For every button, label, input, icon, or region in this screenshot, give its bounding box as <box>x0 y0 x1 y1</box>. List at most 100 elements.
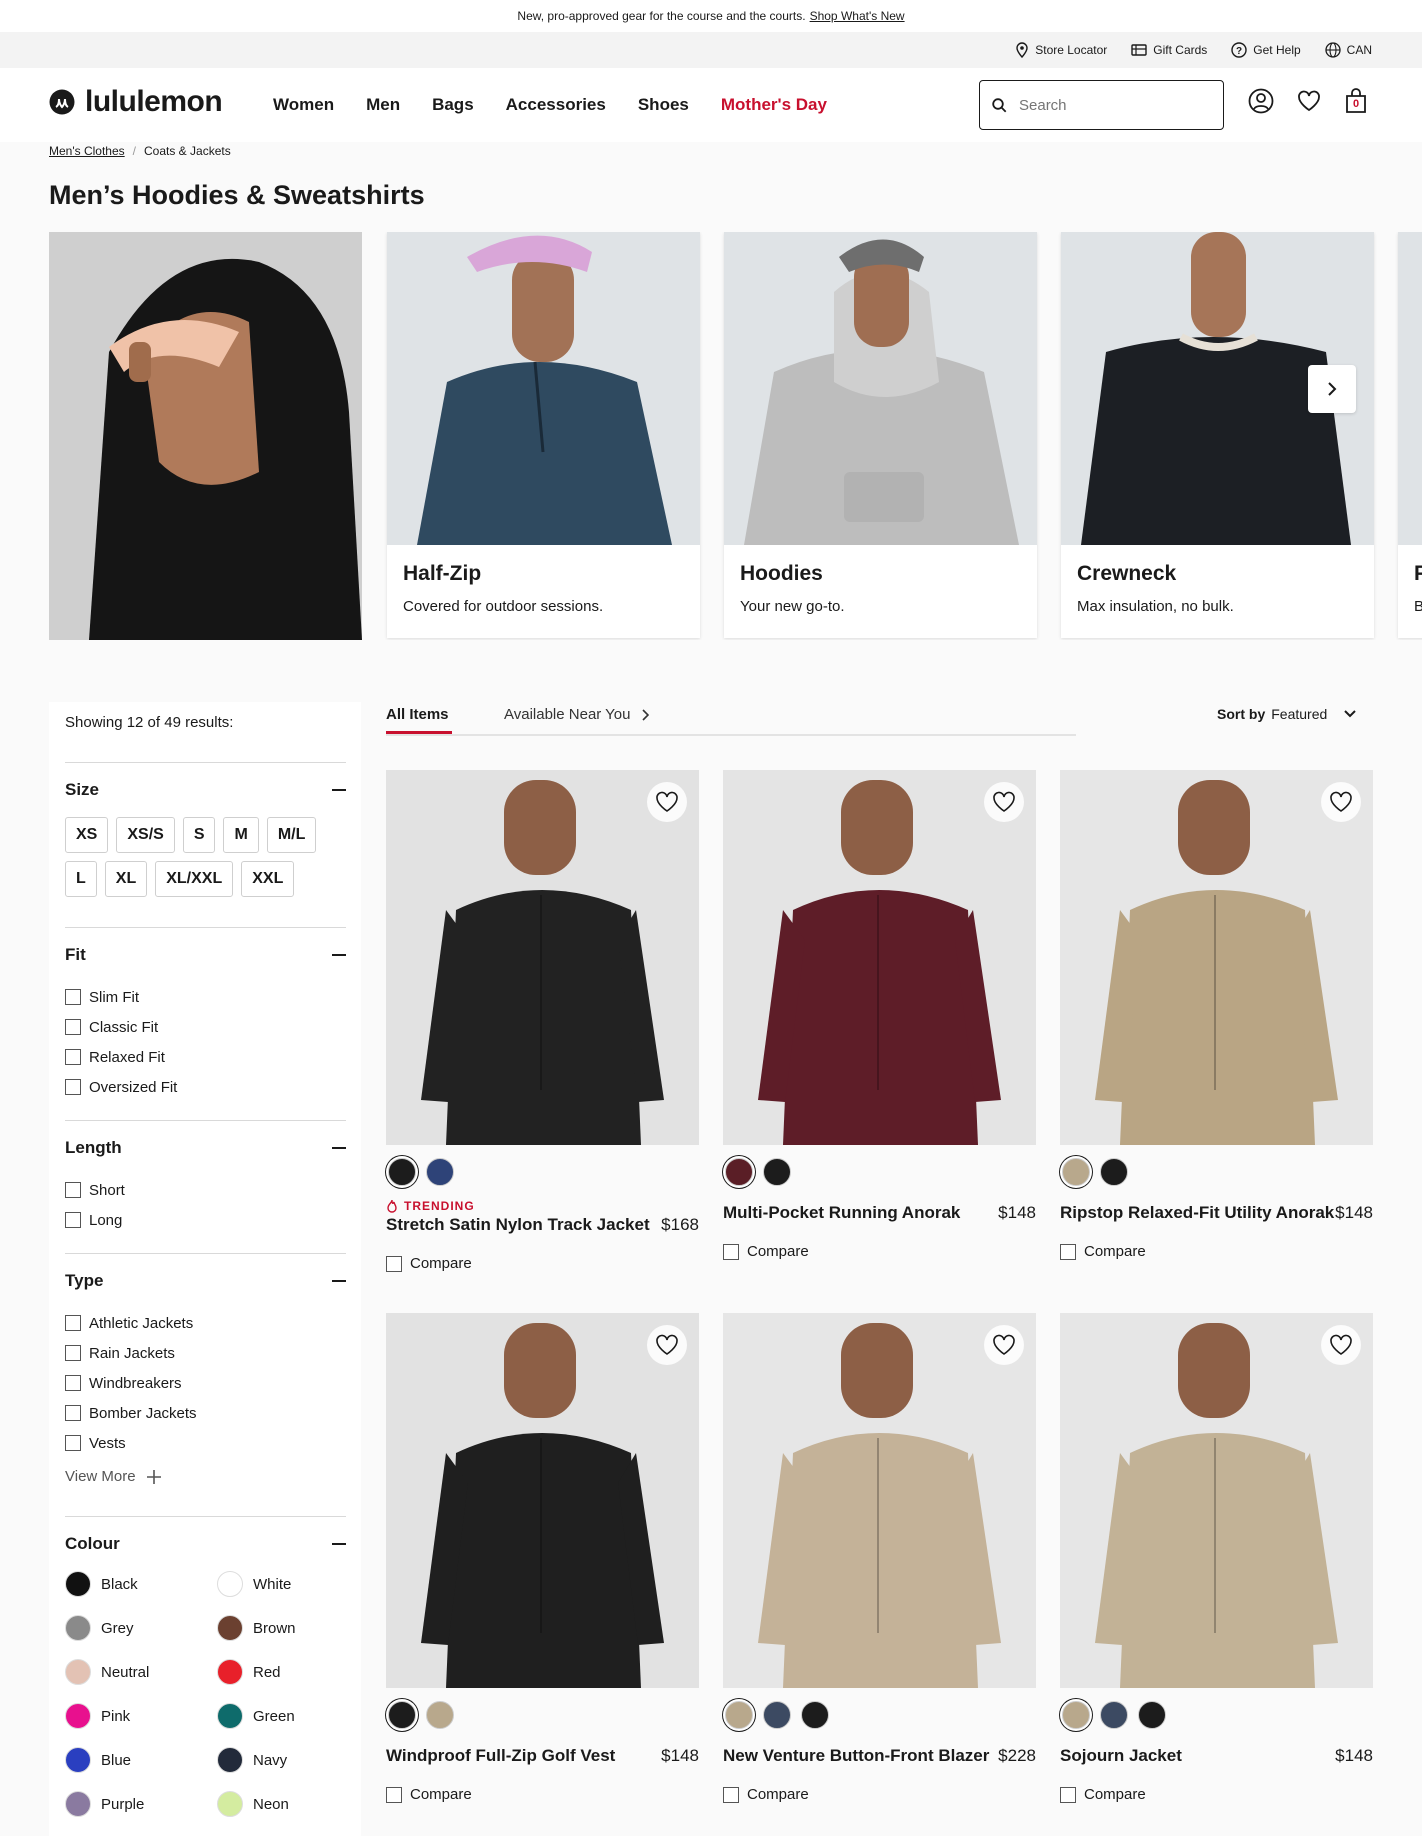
wishlist-button[interactable] <box>984 782 1024 822</box>
account-icon[interactable] <box>1248 88 1274 114</box>
colour-option-black[interactable]: Black <box>65 1571 217 1597</box>
type-option[interactable]: Vests <box>65 1428 346 1458</box>
product-colour-swatch[interactable] <box>1100 1158 1128 1186</box>
gift-cards-link[interactable]: Gift Cards <box>1131 43 1207 57</box>
product-name[interactable]: Multi-Pocket Running Anorak <box>723 1203 960 1223</box>
size-option-s[interactable]: S <box>182 817 216 853</box>
cart-button[interactable]: 0 <box>1344 88 1368 114</box>
colour-option-neon[interactable]: Neon <box>217 1791 346 1817</box>
compare-checkbox[interactable] <box>723 1243 739 1260</box>
get-help-link[interactable]: ? Get Help <box>1231 42 1301 58</box>
checkbox[interactable] <box>65 1315 81 1331</box>
checkbox[interactable] <box>65 1405 81 1421</box>
compare-checkbox[interactable] <box>1060 1243 1076 1260</box>
product-name[interactable]: Sojourn Jacket <box>1060 1746 1182 1766</box>
product-colour-swatch[interactable] <box>388 1158 416 1186</box>
sort-dropdown[interactable]: Sort by Featured <box>1217 706 1357 722</box>
colour-option-grey[interactable]: Grey <box>65 1615 217 1641</box>
checkbox[interactable] <box>65 1019 81 1035</box>
size-option-xs[interactable]: XS <box>65 817 109 853</box>
compare-toggle[interactable]: Compare <box>1060 1243 1373 1260</box>
colour-option-green[interactable]: Green <box>217 1703 346 1729</box>
region-selector[interactable]: CAN <box>1325 42 1372 58</box>
product-colour-swatch[interactable] <box>388 1701 416 1729</box>
compare-checkbox[interactable] <box>386 1786 402 1803</box>
product-colour-swatch[interactable] <box>763 1158 791 1186</box>
checkbox[interactable] <box>65 989 81 1005</box>
checkbox[interactable] <box>65 1212 81 1228</box>
product-card[interactable]: Sojourn Jacket $148 Compare <box>1060 1313 1373 1803</box>
category-card-half-zip[interactable]: Half-Zip Covered for outdoor sessions. <box>387 232 700 638</box>
product-colour-swatch[interactable] <box>426 1158 454 1186</box>
category-card-hoodies[interactable]: Hoodies Your new go-to. <box>724 232 1037 638</box>
colour-option-brown[interactable]: Brown <box>217 1615 346 1641</box>
compare-toggle[interactable]: Compare <box>386 1255 699 1272</box>
nav-women[interactable]: Women <box>273 95 334 115</box>
compare-checkbox[interactable] <box>386 1255 402 1272</box>
type-option[interactable]: Athletic Jackets <box>65 1308 346 1338</box>
colour-option-white[interactable]: White <box>217 1571 346 1597</box>
length-option[interactable]: Long <box>65 1205 346 1235</box>
carousel-next-button[interactable] <box>1308 365 1356 413</box>
checkbox[interactable] <box>65 1375 81 1391</box>
product-image[interactable] <box>723 1313 1036 1688</box>
product-card[interactable]: Ripstop Relaxed-Fit Utility Anorak $148 Co… <box>1060 770 1373 1260</box>
product-colour-swatch[interactable] <box>725 1158 753 1186</box>
product-card[interactable]: Multi-Pocket Running Anorak $148 Compare <box>723 770 1036 1260</box>
product-image[interactable] <box>386 1313 699 1688</box>
product-colour-swatch[interactable] <box>725 1701 753 1729</box>
colour-option-blue[interactable]: Blue <box>65 1747 217 1773</box>
checkbox[interactable] <box>65 1435 81 1451</box>
checkbox[interactable] <box>65 1079 81 1095</box>
filter-colour-header[interactable]: Colour <box>65 1517 346 1571</box>
wishlist-button[interactable] <box>647 782 687 822</box>
fit-option[interactable]: Oversized Fit <box>65 1072 346 1102</box>
size-option-m[interactable]: M <box>223 817 259 853</box>
product-colour-swatch[interactable] <box>1062 1701 1090 1729</box>
size-option-xl[interactable]: XL <box>104 861 148 897</box>
filter-length-header[interactable]: Length <box>65 1121 346 1175</box>
filter-type-header[interactable]: Type <box>65 1254 346 1308</box>
product-name[interactable]: Windproof Full-Zip Golf Vest <box>386 1746 615 1766</box>
size-option-xl-xxl[interactable]: XL/XXL <box>155 861 234 897</box>
colour-option-neutral[interactable]: Neutral <box>65 1659 217 1685</box>
category-card-partial[interactable]: P B <box>1398 232 1422 638</box>
nav-mothers-day[interactable]: Mother's Day <box>721 95 827 115</box>
store-locator-link[interactable]: Store Locator <box>1015 42 1107 58</box>
logo[interactable]: lululemon <box>49 85 223 119</box>
length-option[interactable]: Short <box>65 1175 346 1205</box>
product-card[interactable]: TRENDING Stretch Satin Nylon Track Jacket… <box>386 770 699 1272</box>
product-colour-swatch[interactable] <box>1100 1701 1128 1729</box>
breadcrumb-coats-jackets[interactable]: Coats & Jackets <box>144 144 231 158</box>
wishlist-button[interactable] <box>1321 1325 1361 1365</box>
checkbox[interactable] <box>65 1345 81 1361</box>
wishlist-button[interactable] <box>1321 782 1361 822</box>
size-option-xs-s[interactable]: XS/S <box>116 817 175 853</box>
product-card[interactable]: Windproof Full-Zip Golf Vest $148 Compare <box>386 1313 699 1803</box>
nav-shoes[interactable]: Shoes <box>638 95 689 115</box>
colour-option-navy[interactable]: Navy <box>217 1747 346 1773</box>
breadcrumb-mens-clothes[interactable]: Men's Clothes <box>49 144 125 158</box>
nav-bags[interactable]: Bags <box>432 95 474 115</box>
fit-option[interactable]: Classic Fit <box>65 1012 346 1042</box>
compare-checkbox[interactable] <box>1060 1786 1076 1803</box>
compare-toggle[interactable]: Compare <box>723 1786 1036 1803</box>
fit-option[interactable]: Slim Fit <box>65 982 346 1012</box>
size-option-m-l[interactable]: M/L <box>266 817 317 853</box>
colour-option-pink[interactable]: Pink <box>65 1703 217 1729</box>
tab-all-items[interactable]: All Items <box>386 706 452 734</box>
view-more-button[interactable]: View More <box>65 1468 346 1485</box>
product-name[interactable]: New Venture Button-Front Blazer <box>723 1746 989 1766</box>
type-option[interactable]: Windbreakers <box>65 1368 346 1398</box>
category-card-crewneck[interactable]: Crewneck Max insulation, no bulk. <box>1061 232 1374 638</box>
compare-toggle[interactable]: Compare <box>386 1786 699 1803</box>
product-image[interactable] <box>386 770 699 1145</box>
compare-toggle[interactable]: Compare <box>1060 1786 1373 1803</box>
promo-link[interactable]: Shop What's New <box>810 9 905 23</box>
compare-checkbox[interactable] <box>723 1786 739 1803</box>
product-name[interactable]: Stretch Satin Nylon Track Jacket <box>386 1215 650 1235</box>
wishlist-button[interactable] <box>984 1325 1024 1365</box>
nav-men[interactable]: Men <box>366 95 400 115</box>
product-card[interactable]: New Venture Button-Front Blazer $228 Compa… <box>723 1313 1036 1803</box>
product-image[interactable] <box>1060 770 1373 1145</box>
